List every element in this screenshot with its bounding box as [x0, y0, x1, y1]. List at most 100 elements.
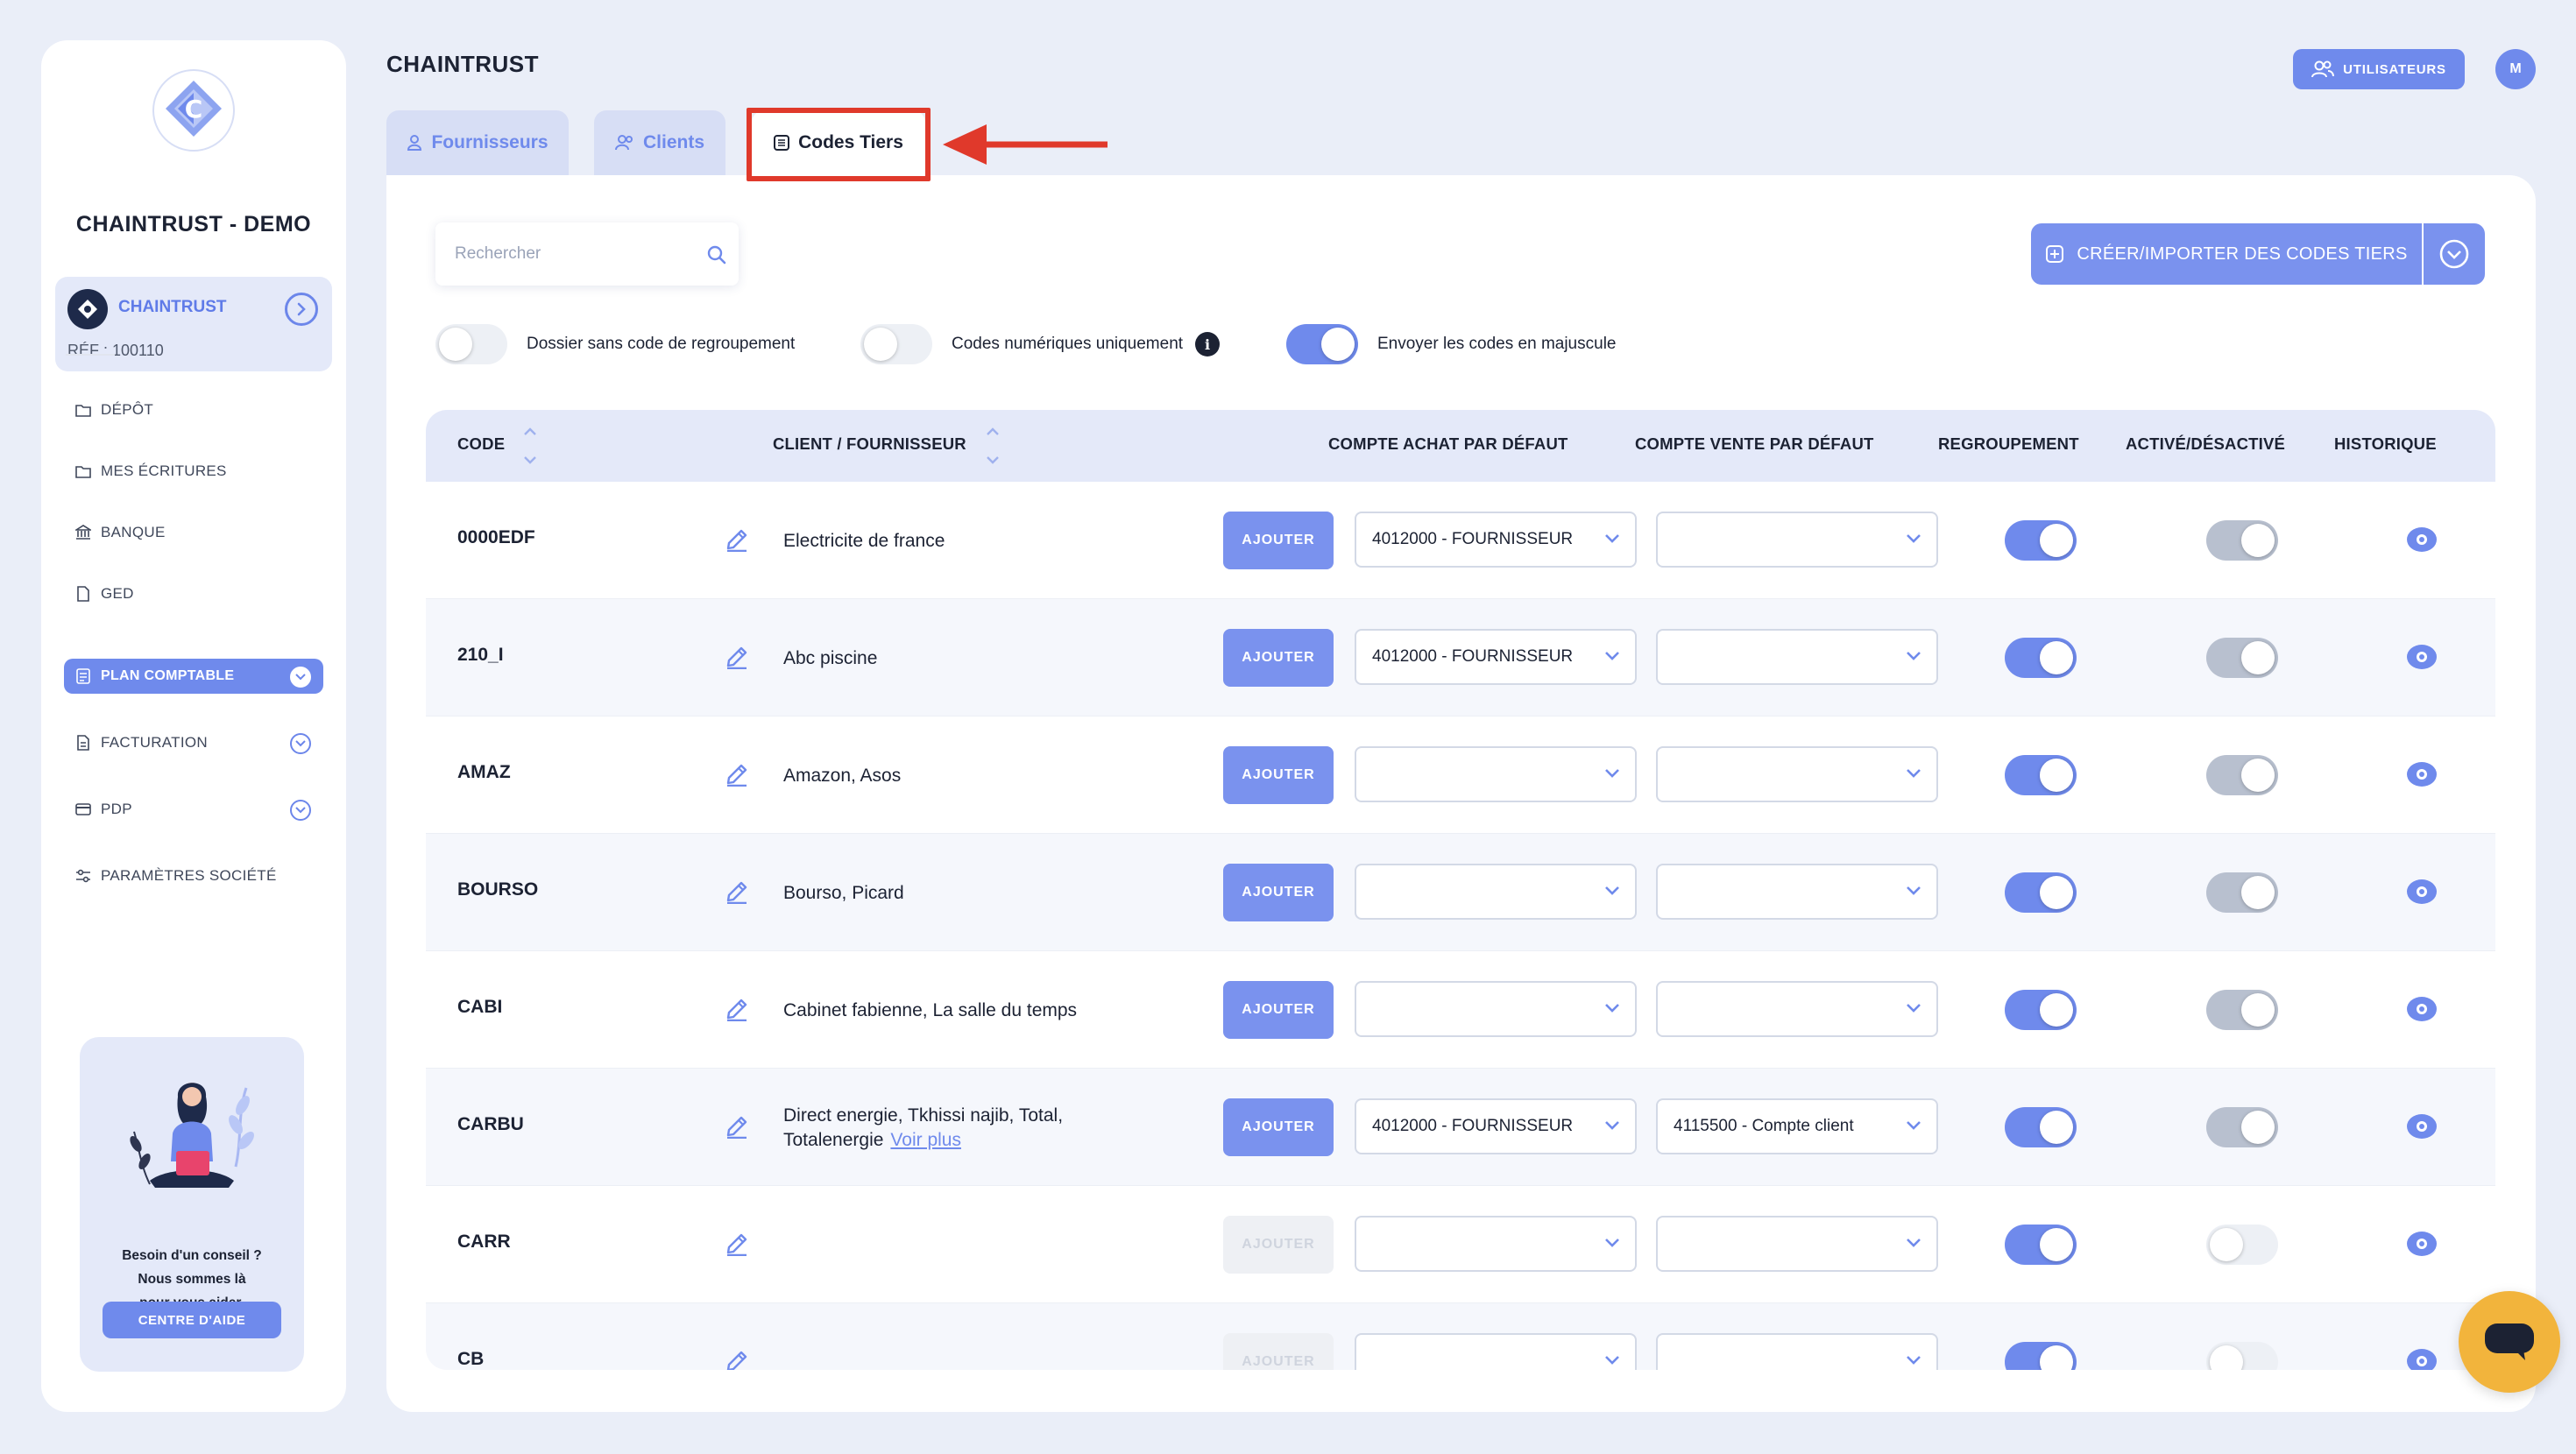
sidebar-item-depot[interactable]: DÉPÔT — [64, 392, 323, 427]
regroupement-toggle[interactable] — [2005, 1342, 2077, 1370]
regroupement-toggle[interactable] — [2005, 520, 2077, 561]
tab-codes-tiers[interactable]: Codes Tiers — [752, 110, 925, 175]
code-cell: 0000EDF — [457, 527, 535, 547]
compte-vente-select[interactable] — [1656, 981, 1938, 1037]
org-card[interactable]: CHAINTRUST RÉF : 100110 — [55, 277, 332, 371]
sidebar-item-ged[interactable]: GED — [64, 576, 323, 611]
compte-achat-select[interactable] — [1355, 864, 1637, 920]
client-name: Amazon, Asos — [783, 766, 902, 786]
add-button[interactable]: AJOUTER — [1223, 1333, 1334, 1370]
add-button[interactable]: AJOUTER — [1223, 629, 1334, 687]
active-toggle[interactable] — [2206, 990, 2278, 1030]
compte-vente-select[interactable] — [1656, 1216, 1938, 1272]
sidebar-item-facturation[interactable]: FACTURATION — [64, 725, 323, 760]
chat-button[interactable] — [2459, 1291, 2560, 1393]
compte-vente-select[interactable] — [1656, 1333, 1938, 1370]
column-header-vente: COMPTE VENTE PAR DÉFAUT — [1635, 434, 1874, 453]
search-icon[interactable] — [707, 245, 726, 265]
create-dropdown-button[interactable] — [2424, 223, 2485, 285]
sidebar-item-label: PLAN COMPTABLE — [101, 668, 235, 683]
column-header-client[interactable]: CLIENT / FOURNISSEUR — [773, 434, 966, 454]
eye-icon[interactable] — [2406, 878, 2438, 906]
sort-icon[interactable] — [520, 422, 540, 469]
compte-achat-select[interactable]: 4012000 - FOURNISSEUR — [1355, 1098, 1637, 1154]
users-button[interactable]: UTILISATEURS — [2293, 49, 2465, 89]
eye-icon[interactable] — [2406, 760, 2438, 788]
eye-icon[interactable] — [2406, 1347, 2438, 1370]
compte-vente-select[interactable] — [1656, 864, 1938, 920]
toggle-switch[interactable] — [1286, 324, 1358, 364]
sidebar-item-label: FACTURATION — [101, 734, 208, 751]
edit-icon[interactable] — [724, 1111, 750, 1139]
compte-achat-select[interactable] — [1355, 746, 1637, 802]
avatar[interactable]: M — [2495, 49, 2536, 89]
add-button[interactable]: AJOUTER — [1223, 1216, 1334, 1274]
active-toggle[interactable] — [2206, 872, 2278, 913]
compte-achat-select[interactable]: 4012000 - FOURNISSEUR — [1355, 629, 1637, 685]
regroupement-toggle[interactable] — [2005, 638, 2077, 678]
code-cell: CARR — [457, 1232, 511, 1252]
create-import-label: CRÉER/IMPORTER DES CODES TIERS — [2077, 244, 2408, 264]
compte-achat-select[interactable] — [1355, 1333, 1637, 1370]
sort-icon[interactable] — [983, 422, 1002, 469]
add-button[interactable]: AJOUTER — [1223, 512, 1334, 569]
chevron-down-icon[interactable] — [290, 733, 311, 754]
eye-icon[interactable] — [2406, 1112, 2438, 1140]
compte-achat-select[interactable] — [1355, 981, 1637, 1037]
edit-icon[interactable] — [724, 1228, 750, 1256]
regroupement-toggle[interactable] — [2005, 990, 2077, 1030]
chevron-down-icon — [1907, 1004, 1921, 1013]
toggle-switch[interactable] — [435, 324, 507, 364]
column-header-code[interactable]: CODE — [457, 434, 505, 454]
active-toggle[interactable] — [2206, 638, 2278, 678]
sidebar-item-banque[interactable]: BANQUE — [64, 515, 323, 550]
edit-icon[interactable] — [724, 1345, 750, 1370]
active-toggle[interactable] — [2206, 1107, 2278, 1147]
sidebar-item-parametres-societe[interactable]: PARAMÈTRES SOCIÉTÉ — [64, 858, 323, 893]
compte-vente-select[interactable]: 4115500 - Compte client — [1656, 1098, 1938, 1154]
active-toggle[interactable] — [2206, 1342, 2278, 1370]
eye-icon[interactable] — [2406, 995, 2438, 1023]
search-box[interactable] — [435, 222, 739, 286]
edit-icon[interactable] — [724, 524, 750, 552]
add-button[interactable]: AJOUTER — [1223, 864, 1334, 921]
info-icon[interactable]: i — [1195, 332, 1221, 356]
see-more-link[interactable]: Voir plus — [890, 1130, 961, 1150]
compte-vente-select[interactable] — [1656, 746, 1938, 802]
active-toggle[interactable] — [2206, 1225, 2278, 1265]
tab-fournisseurs[interactable]: Fournisseurs — [386, 110, 569, 175]
chevron-down-icon[interactable] — [290, 800, 311, 821]
compte-achat-select[interactable]: 4012000 - FOURNISSEUR — [1355, 512, 1637, 568]
sidebar-item-mes-ecritures[interactable]: MES ÉCRITURES — [64, 454, 323, 489]
search-input[interactable] — [453, 240, 690, 268]
active-toggle[interactable] — [2206, 755, 2278, 795]
compte-vente-select[interactable] — [1656, 512, 1938, 568]
toggle-switch[interactable] — [860, 324, 932, 364]
folder-icon — [74, 462, 92, 480]
chevron-right-icon[interactable] — [285, 293, 318, 326]
create-import-button[interactable]: CRÉER/IMPORTER DES CODES TIERS — [2031, 223, 2422, 285]
sidebar-item-plan-comptable[interactable]: PLAN COMPTABLE — [64, 659, 323, 694]
eye-icon[interactable] — [2406, 1230, 2438, 1258]
edit-icon[interactable] — [724, 759, 750, 787]
eye-icon[interactable] — [2406, 526, 2438, 554]
active-toggle[interactable] — [2206, 520, 2278, 561]
eye-icon[interactable] — [2406, 643, 2438, 671]
add-button[interactable]: AJOUTER — [1223, 981, 1334, 1039]
compte-vente-select[interactable] — [1656, 629, 1938, 685]
edit-icon[interactable] — [724, 993, 750, 1021]
compte-achat-select[interactable] — [1355, 1216, 1637, 1272]
chevron-down-icon[interactable] — [290, 667, 311, 688]
regroupement-toggle[interactable] — [2005, 872, 2077, 913]
edit-icon[interactable] — [724, 641, 750, 669]
client-name: Electricite de france — [783, 531, 945, 551]
regroupement-toggle[interactable] — [2005, 1225, 2077, 1265]
help-center-button[interactable]: CENTRE D'AIDE — [103, 1302, 281, 1338]
edit-icon[interactable] — [724, 876, 750, 904]
add-button[interactable]: AJOUTER — [1223, 746, 1334, 804]
regroupement-toggle[interactable] — [2005, 755, 2077, 795]
add-button[interactable]: AJOUTER — [1223, 1098, 1334, 1156]
sidebar-item-pdp[interactable]: PDP — [64, 792, 323, 827]
regroupement-toggle[interactable] — [2005, 1107, 2077, 1147]
tab-clients[interactable]: Clients — [594, 110, 725, 175]
